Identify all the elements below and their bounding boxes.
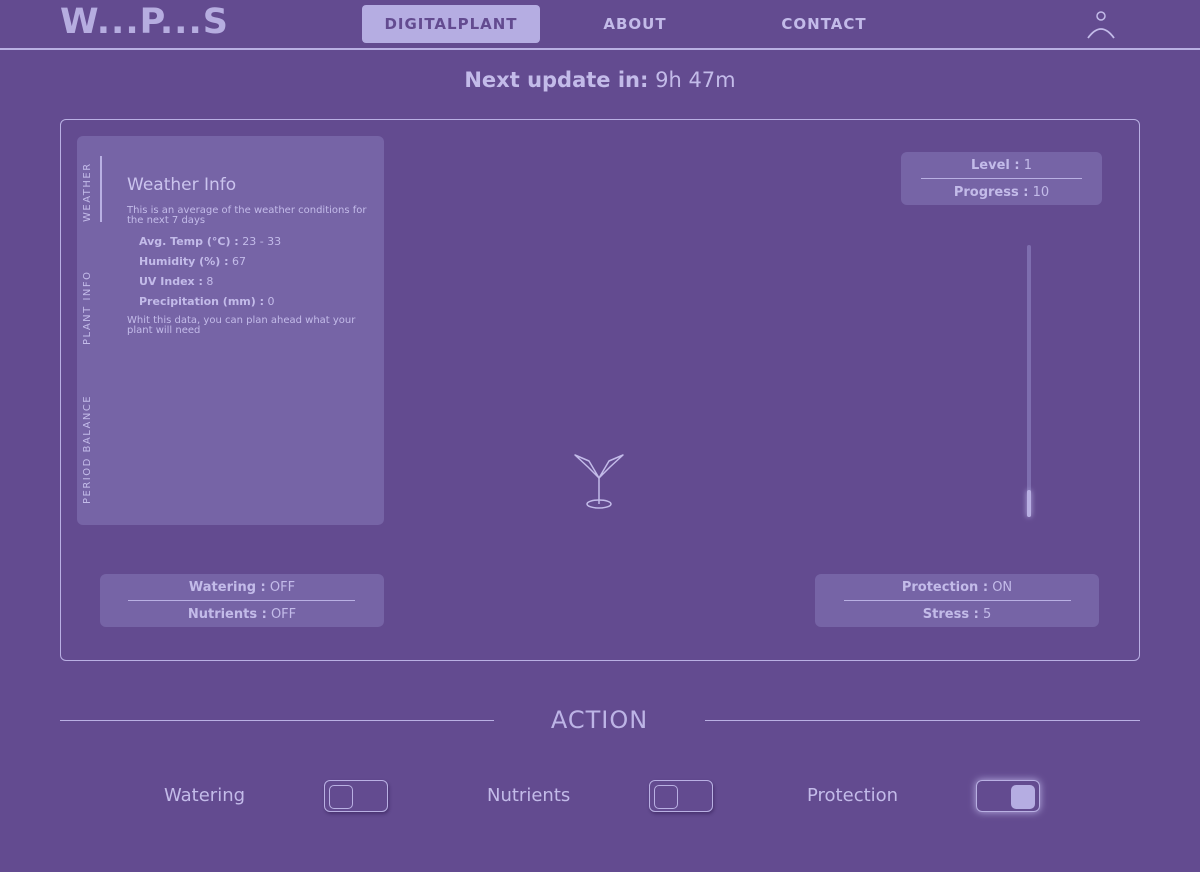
nav-digitalplant[interactable]: DIGITALPLANT bbox=[362, 5, 540, 43]
toggle-knob bbox=[1011, 785, 1035, 809]
action-title: ACTION bbox=[550, 706, 649, 734]
weather-row-temp: Avg. Temp (°C) : 23 - 33 bbox=[139, 235, 281, 248]
protection-status-label: Protection : bbox=[901, 580, 989, 595]
watering-toggle[interactable] bbox=[324, 780, 388, 812]
care-status-box: Watering : OFF Nutrients : OFF bbox=[100, 574, 384, 627]
progress-bar-fill bbox=[1027, 489, 1031, 517]
top-nav-bar: W...P...S DIGITALPLANT ABOUT CONTACT bbox=[0, 0, 1200, 50]
humidity-label: Humidity (%) : bbox=[139, 255, 229, 268]
protection-status-value: ON bbox=[992, 580, 1013, 595]
weather-footer: Whit this data, you can plan ahead what … bbox=[127, 315, 356, 336]
nav-about[interactable]: ABOUT bbox=[580, 5, 690, 43]
nutrients-status-label: Nutrients : bbox=[187, 607, 267, 622]
next-update-value: 9h 47m bbox=[655, 68, 736, 92]
protection-status-row: Protection : ON bbox=[815, 580, 1099, 595]
watering-status-label: Watering : bbox=[188, 580, 266, 595]
watering-toggle-label: Watering bbox=[164, 785, 246, 806]
uv-label: UV Index : bbox=[139, 275, 203, 288]
nutrients-toggle[interactable] bbox=[649, 780, 713, 812]
uv-value: 8 bbox=[206, 275, 214, 288]
precipitation-value: 0 bbox=[267, 295, 275, 308]
progress-label: Progress : bbox=[953, 185, 1029, 200]
progress-value: 10 bbox=[1032, 185, 1050, 200]
active-tab-indicator bbox=[100, 156, 102, 222]
humidity-value: 67 bbox=[231, 255, 246, 268]
toggle-knob bbox=[654, 785, 678, 809]
watering-status-row: Watering : OFF bbox=[100, 580, 384, 595]
level-box: Level : 1 Progress : 10 bbox=[901, 152, 1102, 205]
tab-period-balance[interactable]: PERIOD BALANCE bbox=[82, 395, 93, 504]
level-row: Level : 1 bbox=[901, 158, 1102, 173]
nav-contact[interactable]: CONTACT bbox=[760, 5, 888, 43]
weather-row-uv: UV Index : 8 bbox=[139, 275, 213, 288]
stress-label: Stress : bbox=[922, 607, 979, 622]
protection-toggle-label: Protection bbox=[807, 785, 899, 806]
nutrients-status-row: Nutrients : OFF bbox=[100, 607, 384, 622]
plant-icon bbox=[574, 454, 624, 509]
toggle-knob bbox=[329, 785, 353, 809]
weather-row-humidity: Humidity (%) : 67 bbox=[139, 255, 246, 268]
watering-status-value: OFF bbox=[269, 580, 296, 595]
progress-row: Progress : 10 bbox=[901, 185, 1102, 200]
tab-weather[interactable]: WEATHER bbox=[82, 162, 93, 222]
action-divider-left bbox=[60, 720, 494, 721]
divider bbox=[844, 600, 1071, 601]
next-update-text: Next update in: 9h 47m bbox=[0, 68, 1200, 92]
temp-value: 23 - 33 bbox=[242, 235, 282, 248]
user-icon[interactable] bbox=[1084, 8, 1118, 42]
weather-row-precipitation: Precipitation (mm) : 0 bbox=[139, 295, 275, 308]
stress-row: Stress : 5 bbox=[815, 607, 1099, 622]
divider bbox=[128, 600, 355, 601]
nutrients-status-value: OFF bbox=[270, 607, 297, 622]
app-logo[interactable]: W...P...S bbox=[60, 2, 229, 42]
protection-toggle[interactable] bbox=[976, 780, 1040, 812]
temp-label: Avg. Temp (°C) : bbox=[139, 235, 239, 248]
action-divider-right bbox=[705, 720, 1140, 721]
weather-title: Weather Info bbox=[127, 175, 237, 195]
divider bbox=[921, 178, 1082, 179]
protection-status-box: Protection : ON Stress : 5 bbox=[815, 574, 1099, 627]
nutrients-toggle-label: Nutrients bbox=[487, 785, 571, 806]
tab-plant-info[interactable]: PLANT INFO bbox=[82, 271, 93, 346]
level-label: Level : bbox=[971, 158, 1020, 173]
next-update-label: Next update in: bbox=[464, 68, 649, 92]
progress-bar bbox=[1027, 245, 1031, 517]
precipitation-label: Precipitation (mm) : bbox=[139, 295, 265, 308]
stress-value: 5 bbox=[982, 607, 992, 622]
level-value: 1 bbox=[1023, 158, 1032, 173]
weather-description: This is an average of the weather condit… bbox=[127, 205, 367, 226]
